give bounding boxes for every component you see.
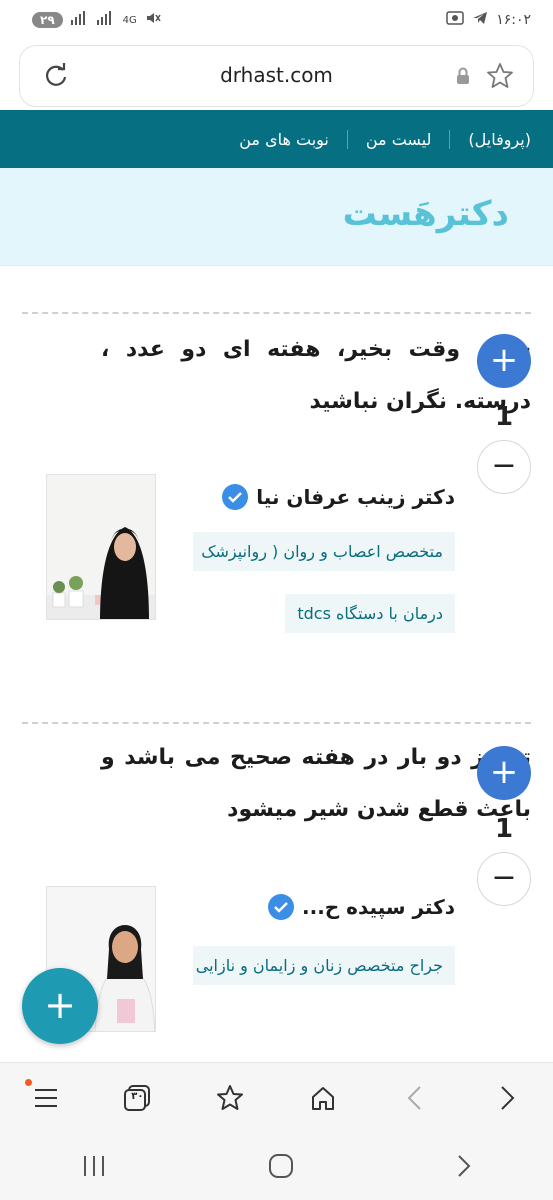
status-right-group: ۱۶:۰۲ xyxy=(446,10,531,30)
clock: ۱۶:۰۲ xyxy=(496,12,531,28)
home-nav-icon[interactable] xyxy=(268,1153,294,1179)
battery-indicator: ۲۹ xyxy=(32,12,63,28)
telegram-icon xyxy=(472,10,488,30)
bookmarks-star-icon xyxy=(217,1084,244,1110)
status-left-group: ۲۹ 4G xyxy=(32,10,161,30)
add-question-fab[interactable]: + xyxy=(22,968,98,1044)
verified-badge-icon xyxy=(268,894,294,920)
mute-icon xyxy=(145,10,161,30)
menu-icon xyxy=(35,1088,58,1107)
notification-dot xyxy=(25,1078,33,1086)
doctor-photo[interactable] xyxy=(46,474,156,620)
menu-button[interactable] xyxy=(21,1073,71,1123)
brand-header: دکترهَست xyxy=(0,168,553,266)
vote-count: 1 xyxy=(494,814,514,844)
answer-text: تجویز دو بار در هفته صحیح می باشد و باعث… xyxy=(101,745,531,822)
bookmarks-button[interactable] xyxy=(205,1073,255,1123)
answer-card: تجویز دو بار در هفته صحیح می باشد و باعث… xyxy=(22,722,531,1062)
forward-button[interactable] xyxy=(482,1073,532,1123)
signal-icon xyxy=(70,11,89,29)
address-bar[interactable]: drhast.com xyxy=(20,46,533,106)
nav-my-list[interactable]: لیست من xyxy=(346,129,450,149)
tabs-button[interactable]: ۳۰ xyxy=(113,1073,163,1123)
doctor-name[interactable]: دکتر سپیده ح... xyxy=(302,895,455,919)
verified-badge-icon xyxy=(222,484,249,510)
answer-card: سلام وقت بخیر، هفته ای دو عدد ، درسته. ن… xyxy=(22,312,531,702)
doctor-name[interactable]: دکتر زینب عرفان نیا xyxy=(256,485,455,509)
recent-apps-icon[interactable] xyxy=(81,1154,107,1178)
browser-toolbar: ۳۰ xyxy=(0,1062,553,1132)
upvote-button[interactable]: + xyxy=(477,746,531,800)
treatment-tag: درمان با دستگاه tdcs xyxy=(285,594,455,633)
system-navigation xyxy=(0,1132,553,1200)
screenshot-icon xyxy=(446,10,464,30)
specialty-tag: جراح متخصص زنان و زایمان و نازایی xyxy=(193,946,455,985)
forward-arrow-icon xyxy=(501,1085,515,1110)
tabs-count: ۳۰ xyxy=(131,1090,144,1102)
site-logo[interactable]: دکترهَست xyxy=(343,194,509,234)
vote-control: + 1 − xyxy=(477,746,531,906)
bookmark-star-icon[interactable] xyxy=(485,61,515,91)
nav-my-appointments[interactable]: نوبت های من xyxy=(221,130,347,149)
doctor-name-row[interactable]: دکتر زینب عرفان نیا xyxy=(222,484,455,510)
vote-control: + 1 − xyxy=(477,334,531,494)
signal-icon-2 xyxy=(96,11,115,29)
home-button[interactable] xyxy=(298,1073,348,1123)
status-bar: ۲۹ 4G ۱۶:۰۲ xyxy=(0,0,553,44)
specialty-tag: متخصص اعصاب و روان ( روانپزشک xyxy=(193,532,455,571)
vote-count: 1 xyxy=(494,402,514,432)
doctor-name-row[interactable]: دکتر سپیده ح... xyxy=(268,894,455,920)
back-button[interactable] xyxy=(390,1073,440,1123)
answer-text: سلام وقت بخیر، هفته ای دو عدد ، درسته. ن… xyxy=(101,337,531,414)
lock-icon xyxy=(457,67,469,84)
upvote-button[interactable]: + xyxy=(477,334,531,388)
home-icon xyxy=(311,1086,334,1110)
nav-profile[interactable]: (پروفایل) xyxy=(449,129,531,149)
back-nav-icon[interactable] xyxy=(455,1153,473,1179)
downvote-button[interactable]: − xyxy=(477,852,531,906)
top-navigation: (پروفایل) لیست من نوبت های من xyxy=(0,110,553,168)
downvote-button[interactable]: − xyxy=(477,440,531,494)
network-type: 4G xyxy=(122,14,137,26)
back-arrow-icon xyxy=(407,1085,421,1110)
